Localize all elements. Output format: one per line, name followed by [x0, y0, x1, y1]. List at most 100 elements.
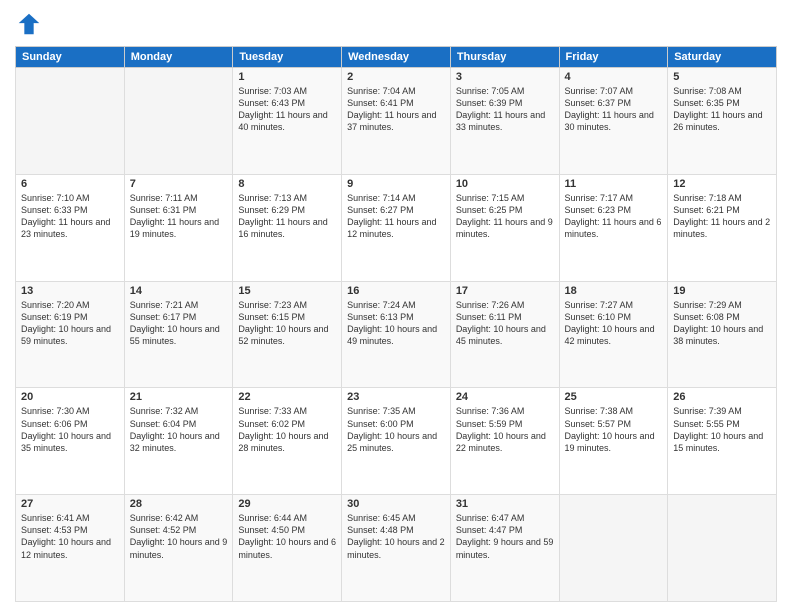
- cell-content: Sunrise: 7:32 AM Sunset: 6:04 PM Dayligh…: [130, 405, 228, 454]
- cell-content: Sunrise: 7:24 AM Sunset: 6:13 PM Dayligh…: [347, 299, 445, 348]
- day-number: 26: [673, 391, 771, 403]
- cell-content: Sunrise: 7:10 AM Sunset: 6:33 PM Dayligh…: [21, 192, 119, 241]
- cell-content: Sunrise: 7:21 AM Sunset: 6:17 PM Dayligh…: [130, 299, 228, 348]
- cell-content: Sunrise: 7:08 AM Sunset: 6:35 PM Dayligh…: [673, 85, 771, 134]
- calendar-cell: 5 Sunrise: 7:08 AM Sunset: 6:35 PM Daylig…: [668, 68, 777, 175]
- calendar-cell: 30 Sunrise: 6:45 AM Sunset: 4:48 PM Dayli…: [342, 495, 451, 602]
- calendar-cell: 12Sunrise: 7:18 AM Sunset: 6:21 PM Dayli…: [668, 174, 777, 281]
- calendar-cell: 6 Sunrise: 7:10 AM Sunset: 6:33 PM Daylig…: [16, 174, 125, 281]
- cell-content: Sunrise: 7:29 AM Sunset: 6:08 PM Dayligh…: [673, 299, 771, 348]
- header: [15, 10, 777, 38]
- cell-content: Sunrise: 7:03 AM Sunset: 6:43 PM Dayligh…: [238, 85, 336, 134]
- cell-content: Sunrise: 7:14 AM Sunset: 6:27 PM Dayligh…: [347, 192, 445, 241]
- cell-content: Sunrise: 7:15 AM Sunset: 6:25 PM Dayligh…: [456, 192, 554, 241]
- calendar-cell: 4Sunrise: 7:07 AM Sunset: 6:37 PM Daylig…: [559, 68, 668, 175]
- calendar-cell: 20Sunrise: 7:30 AM Sunset: 6:06 PM Dayli…: [16, 388, 125, 495]
- cell-content: Sunrise: 6:41 AM Sunset: 4:53 PM Dayligh…: [21, 512, 119, 561]
- day-number: 15: [238, 285, 336, 297]
- calendar-cell: 8Sunrise: 7:13 AM Sunset: 6:29 PM Daylig…: [233, 174, 342, 281]
- day-number: 2: [347, 71, 445, 83]
- calendar-cell: 16 Sunrise: 7:24 AM Sunset: 6:13 PM Dayli…: [342, 281, 451, 388]
- calendar-cell: 25 Sunrise: 7:38 AM Sunset: 5:57 PM Dayli…: [559, 388, 668, 495]
- cell-content: Sunrise: 7:38 AM Sunset: 5:57 PM Dayligh…: [565, 405, 663, 454]
- day-number: 23: [347, 391, 445, 403]
- calendar-cell: 11 Sunrise: 7:17 AM Sunset: 6:23 PM Dayli…: [559, 174, 668, 281]
- day-number: 31: [456, 498, 554, 510]
- calendar-cell: 10 Sunrise: 7:15 AM Sunset: 6:25 PM Dayli…: [450, 174, 559, 281]
- cell-content: Sunrise: 7:11 AM Sunset: 6:31 PM Dayligh…: [130, 192, 228, 241]
- calendar-cell: 29Sunrise: 6:44 AM Sunset: 4:50 PM Dayli…: [233, 495, 342, 602]
- cell-content: Sunrise: 7:23 AM Sunset: 6:15 PM Dayligh…: [238, 299, 336, 348]
- weekday-header: Tuesday: [233, 47, 342, 68]
- day-number: 18: [565, 285, 663, 297]
- cell-content: Sunrise: 6:42 AM Sunset: 4:52 PM Dayligh…: [130, 512, 228, 561]
- calendar-cell: 31 Sunrise: 6:47 AM Sunset: 4:47 PM Dayli…: [450, 495, 559, 602]
- day-number: 28: [130, 498, 228, 510]
- calendar-cell: 23 Sunrise: 7:35 AM Sunset: 6:00 PM Dayli…: [342, 388, 451, 495]
- calendar-cell: 3Sunrise: 7:05 AM Sunset: 6:39 PM Daylig…: [450, 68, 559, 175]
- day-number: 3: [456, 71, 554, 83]
- calendar-cell: 24 Sunrise: 7:36 AM Sunset: 5:59 PM Dayli…: [450, 388, 559, 495]
- day-number: 10: [456, 178, 554, 190]
- calendar-cell: [124, 68, 233, 175]
- day-number: 16: [347, 285, 445, 297]
- cell-content: Sunrise: 7:33 AM Sunset: 6:02 PM Dayligh…: [238, 405, 336, 454]
- calendar-cell: 13Sunrise: 7:20 AM Sunset: 6:19 PM Dayli…: [16, 281, 125, 388]
- day-number: 9: [347, 178, 445, 190]
- day-number: 1: [238, 71, 336, 83]
- day-number: 17: [456, 285, 554, 297]
- calendar-week-row: 27Sunrise: 6:41 AM Sunset: 4:53 PM Dayli…: [16, 495, 777, 602]
- day-number: 24: [456, 391, 554, 403]
- cell-content: Sunrise: 7:17 AM Sunset: 6:23 PM Dayligh…: [565, 192, 663, 241]
- cell-content: Sunrise: 7:07 AM Sunset: 6:37 PM Dayligh…: [565, 85, 663, 134]
- calendar-cell: 17Sunrise: 7:26 AM Sunset: 6:11 PM Dayli…: [450, 281, 559, 388]
- logo-icon: [15, 10, 43, 38]
- cell-content: Sunrise: 7:35 AM Sunset: 6:00 PM Dayligh…: [347, 405, 445, 454]
- calendar-cell: 7 Sunrise: 7:11 AM Sunset: 6:31 PM Daylig…: [124, 174, 233, 281]
- cell-content: Sunrise: 6:47 AM Sunset: 4:47 PM Dayligh…: [456, 512, 554, 561]
- calendar-cell: [559, 495, 668, 602]
- weekday-header: Monday: [124, 47, 233, 68]
- calendar-week-row: 20Sunrise: 7:30 AM Sunset: 6:06 PM Dayli…: [16, 388, 777, 495]
- day-number: 19: [673, 285, 771, 297]
- calendar-week-row: 1 Sunrise: 7:03 AM Sunset: 6:43 PM Daylig…: [16, 68, 777, 175]
- day-number: 6: [21, 178, 119, 190]
- cell-content: Sunrise: 7:30 AM Sunset: 6:06 PM Dayligh…: [21, 405, 119, 454]
- header-row: SundayMondayTuesdayWednesdayThursdayFrid…: [16, 47, 777, 68]
- calendar: SundayMondayTuesdayWednesdayThursdayFrid…: [15, 46, 777, 602]
- day-number: 14: [130, 285, 228, 297]
- page: SundayMondayTuesdayWednesdayThursdayFrid…: [0, 0, 792, 612]
- day-number: 29: [238, 498, 336, 510]
- day-number: 22: [238, 391, 336, 403]
- calendar-week-row: 13Sunrise: 7:20 AM Sunset: 6:19 PM Dayli…: [16, 281, 777, 388]
- weekday-header: Friday: [559, 47, 668, 68]
- weekday-header: Sunday: [16, 47, 125, 68]
- cell-content: Sunrise: 6:45 AM Sunset: 4:48 PM Dayligh…: [347, 512, 445, 561]
- calendar-cell: 27Sunrise: 6:41 AM Sunset: 4:53 PM Dayli…: [16, 495, 125, 602]
- day-number: 25: [565, 391, 663, 403]
- cell-content: Sunrise: 7:13 AM Sunset: 6:29 PM Dayligh…: [238, 192, 336, 241]
- cell-content: Sunrise: 7:39 AM Sunset: 5:55 PM Dayligh…: [673, 405, 771, 454]
- calendar-cell: 2 Sunrise: 7:04 AM Sunset: 6:41 PM Daylig…: [342, 68, 451, 175]
- day-number: 30: [347, 498, 445, 510]
- calendar-cell: 26 Sunrise: 7:39 AM Sunset: 5:55 PM Dayli…: [668, 388, 777, 495]
- day-number: 11: [565, 178, 663, 190]
- calendar-cell: 18 Sunrise: 7:27 AM Sunset: 6:10 PM Dayli…: [559, 281, 668, 388]
- cell-content: Sunrise: 7:04 AM Sunset: 6:41 PM Dayligh…: [347, 85, 445, 134]
- cell-content: Sunrise: 7:27 AM Sunset: 6:10 PM Dayligh…: [565, 299, 663, 348]
- calendar-cell: 14 Sunrise: 7:21 AM Sunset: 6:17 PM Dayli…: [124, 281, 233, 388]
- weekday-header: Wednesday: [342, 47, 451, 68]
- calendar-cell: 1 Sunrise: 7:03 AM Sunset: 6:43 PM Daylig…: [233, 68, 342, 175]
- cell-content: Sunrise: 7:36 AM Sunset: 5:59 PM Dayligh…: [456, 405, 554, 454]
- day-number: 7: [130, 178, 228, 190]
- calendar-cell: 9 Sunrise: 7:14 AM Sunset: 6:27 PM Daylig…: [342, 174, 451, 281]
- day-number: 21: [130, 391, 228, 403]
- calendar-cell: 21 Sunrise: 7:32 AM Sunset: 6:04 PM Dayli…: [124, 388, 233, 495]
- day-number: 5: [673, 71, 771, 83]
- day-number: 13: [21, 285, 119, 297]
- weekday-header: Thursday: [450, 47, 559, 68]
- calendar-cell: [668, 495, 777, 602]
- logo: [15, 10, 47, 38]
- calendar-cell: 28 Sunrise: 6:42 AM Sunset: 4:52 PM Dayli…: [124, 495, 233, 602]
- calendar-cell: [16, 68, 125, 175]
